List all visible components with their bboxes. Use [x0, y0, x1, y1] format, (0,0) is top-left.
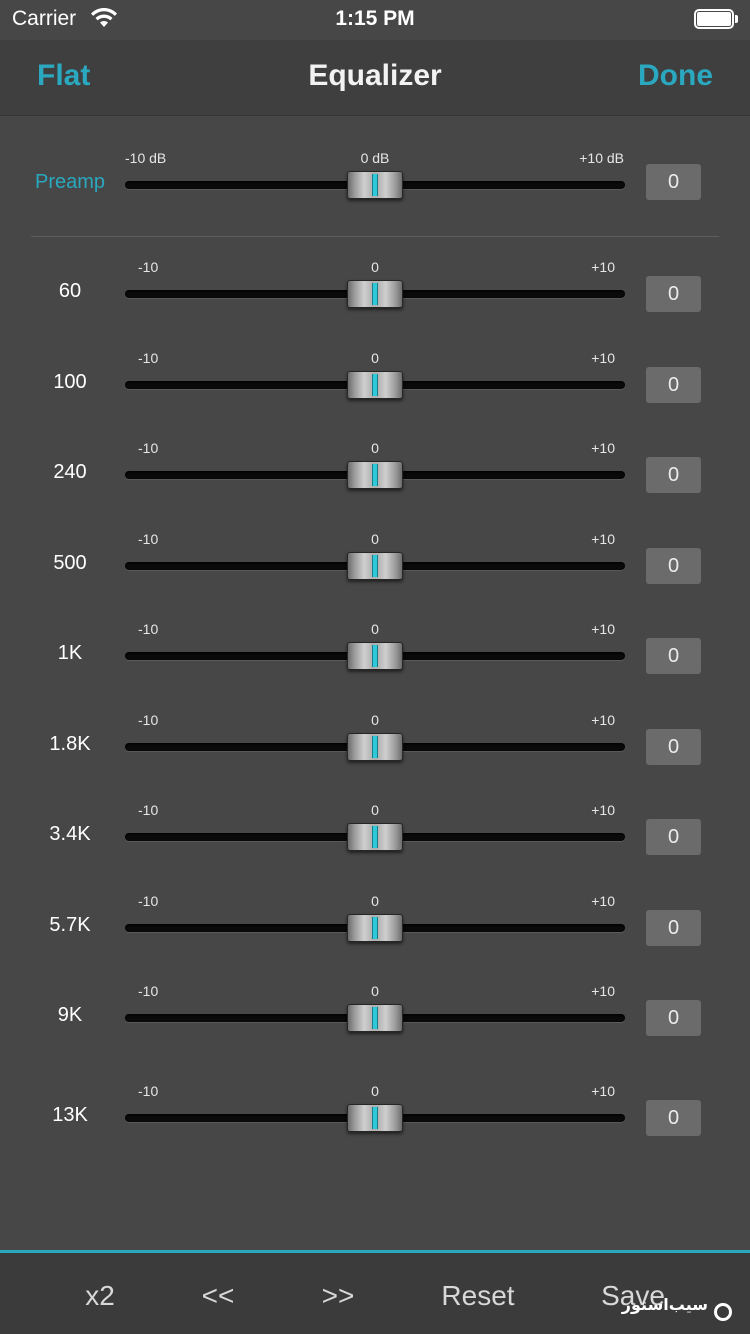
band-label: 1K [57, 642, 83, 664]
reset-button[interactable]: Reset [438, 1280, 518, 1312]
preamp-max-label: +10 dB [579, 150, 624, 166]
band-value-field[interactable]: 0 [646, 1000, 701, 1036]
band-mid-label: 0 [371, 712, 379, 728]
band-min-label: -10 [138, 983, 159, 999]
band-value-field[interactable]: 0 [646, 276, 701, 312]
band-max-label: +10 [591, 531, 615, 547]
band-row: 1.8K -10 0 +10 0 [0, 712, 750, 782]
band-slider-thumb[interactable] [347, 1104, 403, 1132]
band-max-label: +10 [591, 802, 615, 818]
watermark: سیب‌استور [621, 1297, 708, 1314]
band-slider-thumb[interactable] [347, 823, 403, 851]
band-mid-label: 0 [371, 350, 379, 366]
band-value-field[interactable]: 0 [646, 1100, 701, 1136]
battery-icon [694, 9, 738, 29]
previous-preset-button[interactable]: << [196, 1280, 240, 1312]
band-row: 60 -10 0 +10 0 [0, 259, 750, 329]
band-slider-thumb[interactable] [347, 1004, 403, 1032]
band-row: 100 -10 0 +10 0 [0, 350, 750, 420]
band-mid-label: 0 [371, 259, 379, 275]
band-value-field[interactable]: 0 [646, 548, 701, 584]
band-min-label: -10 [138, 1083, 159, 1099]
band-slider-thumb[interactable] [347, 461, 403, 489]
band-label: 100 [53, 371, 87, 393]
band-min-label: -10 [138, 621, 159, 637]
clock: 1:15 PM [335, 7, 415, 30]
band-min-label: -10 [138, 531, 159, 547]
band-slider-thumb[interactable] [347, 280, 403, 308]
band-row: 9K -10 0 +10 0 [0, 983, 750, 1053]
band-value-field[interactable]: 0 [646, 457, 701, 493]
band-value-field[interactable]: 0 [646, 729, 701, 765]
band-slider-thumb[interactable] [347, 733, 403, 761]
preamp-slider-thumb[interactable] [347, 171, 403, 199]
band-min-label: -10 [138, 259, 159, 275]
band-mid-label: 0 [371, 802, 379, 818]
band-mid-label: 0 [371, 531, 379, 547]
band-value-field[interactable]: 0 [646, 819, 701, 855]
band-min-label: -10 [138, 440, 159, 456]
band-row: 13K -10 0 +10 0 [0, 1083, 750, 1153]
band-slider-thumb[interactable] [347, 642, 403, 670]
band-mid-label: 0 [371, 621, 379, 637]
band-row: 5.7K -10 0 +10 0 [0, 893, 750, 963]
band-label: 500 [53, 552, 87, 574]
band-max-label: +10 [591, 621, 615, 637]
band-min-label: -10 [138, 893, 159, 909]
watermark-logo-icon [714, 1303, 732, 1321]
band-row: 240 -10 0 +10 0 [0, 440, 750, 510]
band-min-label: -10 [138, 712, 159, 728]
band-mid-label: 0 [371, 440, 379, 456]
x2-button[interactable]: x2 [80, 1280, 120, 1312]
band-slider-thumb[interactable] [347, 371, 403, 399]
band-max-label: +10 [591, 712, 615, 728]
band-min-label: -10 [138, 802, 159, 818]
bottom-toolbar: x2 << >> Reset Save سیب‌استور [0, 1250, 750, 1334]
band-row: 3.4K -10 0 +10 0 [0, 802, 750, 872]
band-label: 60 [58, 280, 82, 302]
band-slider-thumb[interactable] [347, 552, 403, 580]
band-max-label: +10 [591, 983, 615, 999]
band-mid-label: 0 [371, 893, 379, 909]
band-max-label: +10 [591, 893, 615, 909]
band-row: 500 -10 0 +10 0 [0, 531, 750, 601]
separator [31, 236, 719, 237]
band-mid-label: 0 [371, 1083, 379, 1099]
band-slider-thumb[interactable] [347, 914, 403, 942]
band-label: 13K [52, 1104, 88, 1126]
status-bar: Carrier 1:15 PM [0, 0, 750, 40]
preamp-row: Preamp -10 dB 0 dB +10 dB 0 [0, 150, 750, 220]
band-max-label: +10 [591, 1083, 615, 1099]
band-row: 1K -10 0 +10 0 [0, 621, 750, 691]
band-label: 9K [57, 1004, 83, 1026]
band-max-label: +10 [591, 440, 615, 456]
band-value-field[interactable]: 0 [646, 910, 701, 946]
band-min-label: -10 [138, 350, 159, 366]
band-label: 240 [53, 461, 87, 483]
flat-button[interactable]: Flat [37, 59, 90, 93]
band-max-label: +10 [591, 350, 615, 366]
nav-bar: Flat Equalizer Done [0, 40, 750, 116]
band-value-field[interactable]: 0 [646, 638, 701, 674]
band-mid-label: 0 [371, 983, 379, 999]
band-max-label: +10 [591, 259, 615, 275]
band-label: 3.4K [49, 823, 91, 845]
preamp-label: Preamp [34, 171, 106, 193]
band-label: 1.8K [49, 733, 91, 755]
preamp-mid-label: 0 dB [360, 150, 390, 166]
band-value-field[interactable]: 0 [646, 367, 701, 403]
next-preset-button[interactable]: >> [316, 1280, 360, 1312]
band-label: 5.7K [49, 914, 91, 936]
done-button[interactable]: Done [638, 59, 713, 93]
preamp-value-field[interactable]: 0 [646, 164, 701, 200]
preamp-min-label: -10 dB [125, 150, 167, 166]
